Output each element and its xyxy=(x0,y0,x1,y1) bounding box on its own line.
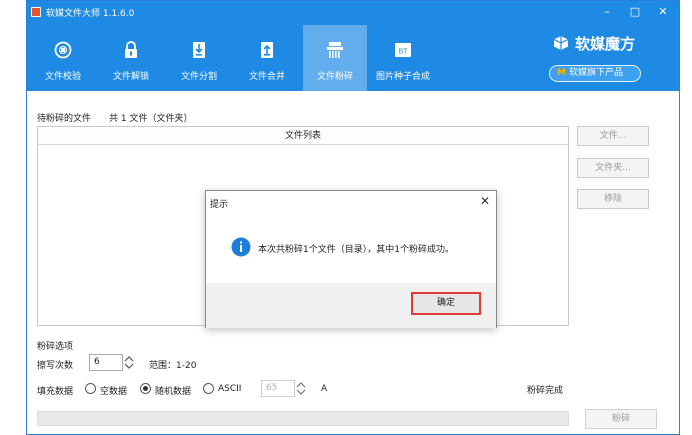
tab-file-shred-label: 文件粉碎 xyxy=(316,72,353,82)
remove-button[interactable]: 移除 xyxy=(577,189,649,209)
app-title: 软媒文件大师 1.1.6.0 xyxy=(46,9,135,19)
files-section-label: 待粉碎的文件 xyxy=(37,114,92,124)
header: 软媒文件大师 1.1.6.0 – □ ✕ 文件校验 文件解锁 文件分割 文件合并… xyxy=(27,1,679,91)
tab-file-merge[interactable]: 文件合并 xyxy=(235,31,299,87)
minimize-button[interactable]: – xyxy=(597,4,617,20)
add-folder-button[interactable]: 文件夹... xyxy=(577,158,649,178)
fill-random-radio[interactable] xyxy=(140,383,151,394)
merge-icon xyxy=(261,42,273,58)
fill-data-label: 填充数据 xyxy=(37,387,74,397)
ok-button[interactable]: 确定 xyxy=(411,292,481,315)
main-window: 软媒文件大师 1.1.6.0 – □ ✕ 文件校验 文件解锁 文件分割 文件合并… xyxy=(26,0,680,435)
files-count: 共 1 文件（文件夹） xyxy=(109,114,193,124)
fill-ascii-label: ASCII xyxy=(218,384,242,394)
fill-empty-label: 空数据 xyxy=(100,387,128,397)
app-icon xyxy=(31,7,41,17)
add-file-button[interactable]: 文件... xyxy=(577,126,649,146)
tab-file-merge-label: 文件合并 xyxy=(248,72,285,82)
svg-text:BT: BT xyxy=(399,49,409,56)
file-list-header: 文件列表 xyxy=(38,127,568,145)
tab-file-split[interactable]: 文件分割 xyxy=(167,31,231,87)
fill-ascii-radio[interactable] xyxy=(203,383,214,394)
info-icon xyxy=(231,237,251,257)
overwrite-count-input[interactable]: 6 xyxy=(89,354,123,371)
tab-image-seed[interactable]: BT 图片种子合成 xyxy=(371,31,435,87)
overwrite-spinner-arrows-icon[interactable] xyxy=(123,354,135,371)
shredder-icon xyxy=(327,42,343,58)
ascii-value-input[interactable]: 65 xyxy=(261,380,295,397)
fill-empty-radio[interactable] xyxy=(85,383,96,394)
tab-file-unlock-label: 文件解锁 xyxy=(112,72,149,82)
info-dialog: 提示 ✕ 本次共粉碎1个文件（目录），其中1个粉碎成功。 确定 xyxy=(205,190,497,328)
dialog-message: 本次共粉碎1个文件（目录），其中1个粉碎成功。 xyxy=(258,245,454,255)
tab-file-checksum-label: 文件校验 xyxy=(44,72,81,82)
cube-logo-icon xyxy=(553,36,569,50)
title-bar: 软媒文件大师 1.1.6.0 – □ ✕ xyxy=(27,1,679,23)
fill-random-label: 随机数据 xyxy=(155,387,192,397)
overwrite-range: 范围：1-20 xyxy=(149,361,197,371)
close-button[interactable]: ✕ xyxy=(653,4,673,20)
tab-file-split-label: 文件分割 xyxy=(180,72,217,82)
bt-icon: BT xyxy=(395,43,411,57)
options-title: 粉碎选项 xyxy=(37,342,74,352)
tab-file-checksum[interactable]: 文件校验 xyxy=(31,31,95,87)
status-text: 粉碎完成 xyxy=(527,386,564,396)
more-products-label: 软媒旗下产品 xyxy=(568,68,623,78)
m-logo-icon: M xyxy=(557,68,566,78)
overwrite-label: 擦写次数 xyxy=(37,361,74,371)
checksum-icon xyxy=(54,41,72,59)
dialog-title: 提示 xyxy=(210,200,229,210)
tab-file-shred[interactable]: 文件粉碎 xyxy=(303,25,367,91)
shred-button[interactable]: 粉碎 xyxy=(585,409,657,429)
tab-image-seed-label: 图片种子合成 xyxy=(375,72,430,82)
progress-bar xyxy=(37,411,569,426)
unlock-icon xyxy=(125,41,137,58)
dialog-close-button[interactable]: ✕ xyxy=(480,194,490,208)
split-icon xyxy=(193,42,205,58)
brand-name: 软媒魔方 xyxy=(575,35,636,53)
tab-file-unlock[interactable]: 文件解锁 xyxy=(99,31,163,87)
more-products-button[interactable]: M 软媒旗下产品 xyxy=(549,65,641,82)
maximize-button[interactable]: □ xyxy=(625,4,645,20)
ascii-char: A xyxy=(321,384,328,394)
ascii-spinner-arrows-icon[interactable] xyxy=(295,380,307,397)
